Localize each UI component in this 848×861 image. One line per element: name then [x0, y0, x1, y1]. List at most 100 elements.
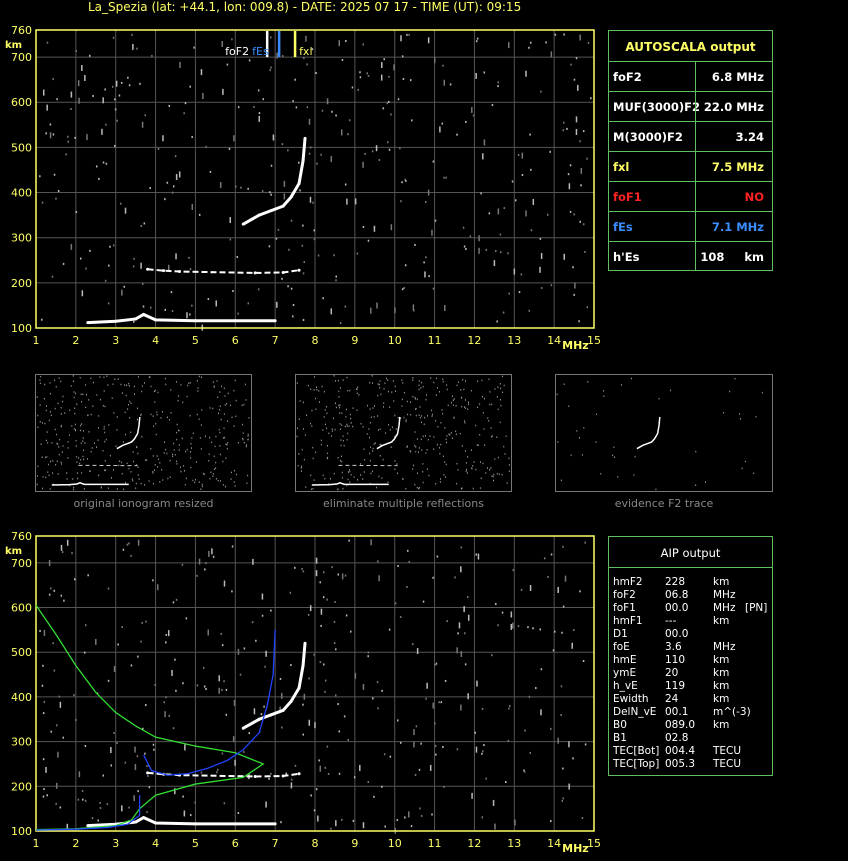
thumb-speck	[339, 459, 341, 462]
thumb-speck	[497, 386, 499, 389]
noise-speck	[202, 92, 204, 99]
noise-speck	[344, 183, 347, 186]
thumb-speck	[496, 396, 498, 398]
noise-speck	[408, 811, 410, 818]
thumb-speck	[450, 401, 452, 404]
noise-speck	[84, 799, 87, 802]
noise-speck	[478, 235, 480, 242]
trace-point	[241, 726, 245, 730]
thumb-speck	[435, 483, 437, 485]
thumb-speck	[217, 396, 219, 398]
thumb-speck	[116, 429, 118, 431]
x-tick-label: 5	[192, 334, 199, 347]
autoscala-title: AUTOSCALA output	[625, 40, 756, 54]
thumb-speck	[497, 408, 499, 411]
x-tick-label: 10	[388, 837, 402, 850]
noise-speck	[475, 72, 477, 79]
autoscala-row-h-es: h'Es 108 km	[609, 241, 772, 271]
thumb-speck	[49, 460, 51, 463]
noise-speck	[302, 703, 304, 706]
thumb-speck	[152, 415, 154, 417]
noise-speck	[175, 174, 178, 181]
thumb-speck	[326, 412, 328, 415]
noise-speck	[289, 591, 292, 594]
thumb-speck	[109, 454, 111, 457]
noise-speck	[265, 801, 267, 808]
noise-speck	[465, 120, 467, 123]
noise-speck	[347, 133, 349, 136]
noise-speck	[475, 40, 478, 43]
thumb-speck	[190, 442, 192, 445]
thumb-speck	[326, 405, 328, 408]
thumb-speck	[346, 376, 348, 379]
thumb-speck	[150, 413, 152, 416]
noise-speck	[134, 764, 137, 771]
noise-speck	[65, 153, 67, 156]
thumb-speck	[37, 465, 39, 468]
noise-speck	[226, 63, 229, 66]
thumb-speck	[209, 407, 211, 409]
thumb-speck	[428, 474, 430, 477]
trace-point	[281, 270, 285, 274]
noise-speck	[236, 255, 239, 258]
x-tick-label: 11	[428, 334, 442, 347]
aip-value: 24	[665, 693, 679, 705]
thumb-speck	[235, 399, 237, 402]
noise-speck	[110, 764, 112, 767]
thumb-speck	[99, 376, 101, 378]
noise-speck	[338, 730, 341, 733]
noise-speck	[397, 564, 399, 567]
thumb-speck	[324, 409, 326, 411]
thumb-speck	[339, 412, 341, 414]
trace-point	[193, 319, 197, 323]
thumb-speck	[219, 453, 221, 456]
noise-speck	[92, 94, 94, 97]
thumb-speck	[172, 455, 174, 458]
noise-speck	[389, 755, 392, 758]
noise-speck	[390, 113, 392, 116]
thumb-speck	[312, 457, 314, 460]
noise-speck	[546, 213, 549, 216]
x-tick-label: 6	[232, 837, 239, 850]
thumb-speck	[164, 441, 166, 443]
thumb-speck	[371, 470, 373, 473]
trace-point	[241, 222, 245, 226]
thumb-speck	[40, 375, 42, 378]
thumb-speck	[200, 488, 202, 490]
thumb-speck	[455, 430, 457, 433]
noise-speck	[270, 164, 273, 167]
noise-speck	[362, 822, 365, 829]
thumb-speck	[178, 395, 180, 397]
thumb-speck	[103, 428, 105, 430]
noise-speck	[502, 311, 505, 314]
noise-speck	[381, 785, 383, 788]
noise-speck	[164, 198, 166, 201]
noise-speck	[78, 771, 81, 778]
thumb-speck	[342, 435, 344, 437]
noise-speck	[133, 320, 135, 323]
noise-speck	[102, 774, 105, 777]
thumb-speck	[620, 384, 622, 386]
noise-speck	[362, 43, 364, 46]
noise-speck	[53, 173, 56, 176]
thumb-speck	[40, 443, 42, 445]
aip-unit: km	[713, 719, 730, 731]
noise-speck	[579, 590, 581, 593]
noise-speck	[521, 152, 524, 159]
noise-speck	[171, 669, 173, 676]
thumb-speck	[170, 389, 172, 391]
thumb-speck	[79, 462, 81, 465]
thumb-speck	[431, 415, 433, 418]
noise-speck	[200, 771, 203, 774]
noise-speck	[367, 239, 370, 242]
noise-speck	[116, 741, 118, 744]
thumb-speck	[320, 439, 322, 442]
noise-speck	[483, 71, 486, 74]
thumb-speck	[360, 422, 362, 425]
noise-speck	[418, 768, 421, 771]
noise-speck	[413, 309, 415, 312]
trace-point	[162, 269, 166, 273]
thumb-speck	[330, 478, 332, 480]
noise-speck	[203, 685, 206, 688]
noise-speck	[41, 201, 44, 204]
